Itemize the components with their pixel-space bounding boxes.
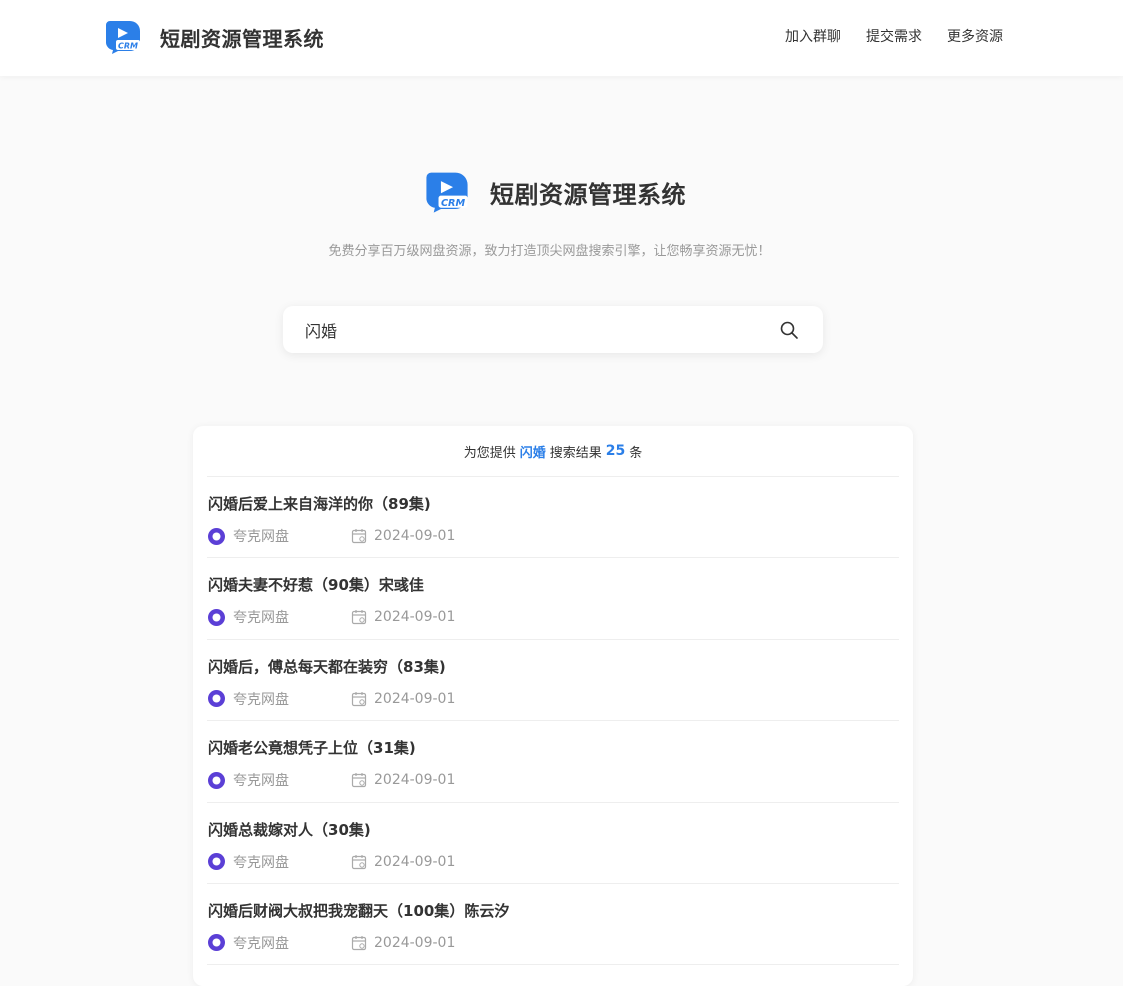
hero-logo-text: CRM [441,198,466,209]
result-title[interactable]: 闪婚后爱上来自海洋的你（89集) [208,493,431,514]
calendar-icon [351,935,367,951]
result-item[interactable]: 闪婚夫妻不好惹（90集）宋彧佳 夸克网盘 2024-09-01 [207,558,899,640]
results-panel: 为您提供 闪婚 搜索结果 25 条 闪婚后爱上来自海洋的你（89集) 夸克网盘 … [193,426,913,986]
quark-disk-icon [208,771,225,789]
result-source: 夸克网盘 [233,529,289,545]
result-item[interactable]: 闪婚总裁嫁对人（30集) 夸克网盘 2024-09-01 [207,803,899,884]
calendar-icon [351,854,367,869]
hero-brand: CRM 短剧资源管理系统 [424,170,686,214]
result-title[interactable]: 闪婚总裁嫁对人（30集) [208,819,371,840]
crm-logo-icon: CRM [426,172,468,213]
result-meta: 夸克网盘 2024-09-01 [208,853,455,871]
calendar-icon [351,773,367,788]
result-meta: 夸克网盘 2024-09-01 [208,690,455,708]
calendar-icon [351,610,367,625]
quark-disk-icon [208,934,225,952]
quark-disk-icon [208,608,225,626]
hero-title: 短剧资源管理系统 [490,180,686,209]
result-date: 2024-09-01 [374,528,456,544]
result-source: 夸克网盘 [233,691,289,708]
result-item[interactable]: 闪婚老公竟想凭子上位（31集) 夸克网盘 2024-09-01 [207,721,899,803]
result-title[interactable]: 闪婚后财阀大叔把我宠翻天（100集）陈云汐 [208,900,509,921]
header-logo-text: CRM [118,42,138,51]
result-source: 夸克网盘 [233,854,289,871]
result-item[interactable]: 闪婚后财阀大叔把我宠翻天（100集）陈云汐 夸克网盘 2024-09-01 [207,884,899,966]
result-item[interactable]: 闪婚后爱上来自海洋的你（89集) 夸克网盘 2024-09-01 [207,477,899,559]
result-date: 2024-09-01 [374,934,456,951]
summary-count: 25 [605,443,626,459]
result-source: 夸克网盘 [233,773,289,790]
result-date: 2024-09-01 [374,609,456,626]
results-summary: 为您提供 闪婚 搜索结果 25 条 [207,426,899,477]
result-source: 夸克网盘 [233,935,289,952]
quark-disk-icon [208,527,225,545]
result-date: 2024-09-01 [374,772,456,789]
results-list: 闪婚后爱上来自海洋的你（89集) 夸克网盘 2024-09-01 闪婚夫妻不好惹… [207,477,899,966]
summary-prefix: 为您提供 [463,445,516,461]
quark-disk-icon [208,690,225,708]
result-title[interactable]: 闪婚夫妻不好惹（90集）宋彧佳 [208,574,424,595]
top-header: CRM 短剧资源管理系统 加入群聊 提交需求 更多资源 [0,0,1123,76]
top-nav: 加入群聊 提交需求 更多资源 [760,27,1003,47]
result-meta: 夸克网盘 2024-09-01 [208,608,455,626]
result-source: 夸克网盘 [233,610,289,627]
search-icon[interactable] [779,320,799,340]
nav-submit-request[interactable]: 提交需求 [866,27,922,47]
result-item[interactable]: 闪婚后，傅总每天都在装穷（83集) 夸克网盘 2024-09-01 [207,640,899,722]
result-meta: 夸克网盘 2024-09-01 [208,527,455,545]
result-date: 2024-09-01 [374,853,456,870]
search-input[interactable] [305,316,745,343]
header-title: 短剧资源管理系统 [160,26,324,51]
header-brand[interactable]: CRM 短剧资源管理系统 [104,18,324,56]
result-title[interactable]: 闪婚老公竟想凭子上位（31集) [208,737,416,758]
result-meta: 夸克网盘 2024-09-01 [208,771,455,789]
result-title[interactable]: 闪婚后，傅总每天都在装穷（83集) [208,656,446,677]
crm-logo-icon: CRM [106,21,140,54]
result-meta: 夸克网盘 2024-09-01 [208,934,455,952]
summary-keyword: 闪婚 [519,445,546,461]
calendar-icon [351,691,367,706]
summary-suffix: 条 [629,445,643,461]
calendar-icon [351,529,367,544]
quark-disk-icon [208,853,225,871]
summary-middle: 搜索结果 [549,445,602,461]
result-date: 2024-09-01 [374,690,456,707]
nav-join-group[interactable]: 加入群聊 [785,27,841,47]
nav-more-resources[interactable]: 更多资源 [947,27,1003,47]
hero-slogan: 免费分享百万级网盘资源，致力打造顶尖网盘搜索引擎，让您畅享资源无忧！ [328,244,771,259]
search-box [283,306,823,353]
